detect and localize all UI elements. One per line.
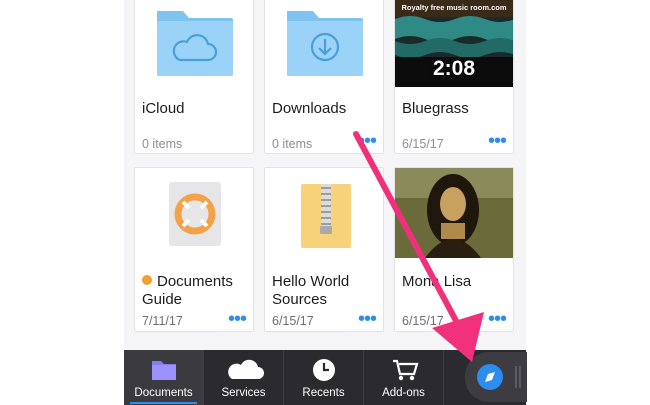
file-card-hello-world-sources[interactable]: Hello World Sources 6/15/17 ••• bbox=[264, 167, 384, 332]
tab-recents[interactable]: Recents bbox=[284, 350, 364, 405]
zip-archive-icon bbox=[301, 184, 351, 248]
compass-icon bbox=[477, 364, 503, 390]
downloads-folder-icon bbox=[287, 11, 363, 76]
tag-dot bbox=[142, 275, 152, 285]
file-card-mona-lisa[interactable]: Mona Lisa 6/15/17 ••• bbox=[394, 167, 514, 332]
file-meta: 0 items bbox=[142, 137, 183, 151]
cloud-icon bbox=[228, 359, 264, 379]
file-meta: 0 items bbox=[272, 137, 313, 151]
icloud-folder-icon bbox=[157, 11, 233, 76]
file-name: Downloads bbox=[272, 100, 347, 117]
file-name: iCloud bbox=[142, 100, 185, 117]
file-grid: iCloud 0 items Downloads 0 items ••• Roy… bbox=[124, 0, 526, 405]
lifebuoy-icon bbox=[169, 182, 221, 246]
tab-services[interactable]: Services bbox=[204, 350, 284, 405]
more-options-icon[interactable]: ••• bbox=[228, 309, 247, 329]
file-card-documents-guide[interactable]: Documents Guide 7/11/17 ••• bbox=[134, 167, 254, 332]
tab-label: Recents bbox=[302, 387, 345, 399]
file-name: Bluegrass bbox=[402, 100, 469, 117]
drag-handle[interactable] bbox=[515, 366, 521, 388]
folder-icon bbox=[152, 361, 176, 380]
video-caption: Royalty free music room.com bbox=[401, 3, 506, 12]
file-meta: 6/15/17 bbox=[272, 314, 314, 328]
active-tab-indicator bbox=[130, 402, 197, 404]
tab-label: Add-ons bbox=[382, 387, 425, 399]
file-meta: 7/11/17 bbox=[142, 314, 183, 328]
tab-add-ons[interactable]: Add-ons bbox=[364, 350, 444, 405]
file-meta: 6/15/17 bbox=[402, 137, 444, 151]
more-options-icon[interactable]: ••• bbox=[488, 131, 507, 151]
file-card-downloads[interactable]: Downloads 0 items ••• bbox=[264, 0, 384, 154]
file-name: Documents Guide bbox=[142, 273, 247, 309]
file-name-text: Documents Guide bbox=[142, 273, 233, 308]
file-name: Hello World Sources bbox=[272, 273, 350, 308]
more-options-icon[interactable]: ••• bbox=[358, 309, 377, 329]
tab-label: Services bbox=[221, 387, 266, 399]
file-name: Mona Lisa bbox=[402, 273, 472, 290]
mona-lisa-image bbox=[395, 168, 513, 258]
video-duration: 2:08 bbox=[432, 57, 476, 80]
tab-documents[interactable]: Documents bbox=[124, 350, 204, 405]
file-card-bluegrass[interactable]: Royalty free music room.com 2:08 Bluegra… bbox=[394, 0, 514, 154]
file-card-icloud[interactable]: iCloud 0 items bbox=[134, 0, 254, 154]
browser-tab[interactable] bbox=[465, 352, 527, 402]
tab-label: Documents bbox=[134, 387, 193, 399]
more-options-icon[interactable]: ••• bbox=[488, 309, 507, 329]
clock-icon bbox=[313, 359, 335, 381]
file-meta: 6/15/17 bbox=[402, 314, 444, 328]
more-options-icon[interactable]: ••• bbox=[358, 131, 377, 151]
cart-icon bbox=[393, 359, 419, 381]
